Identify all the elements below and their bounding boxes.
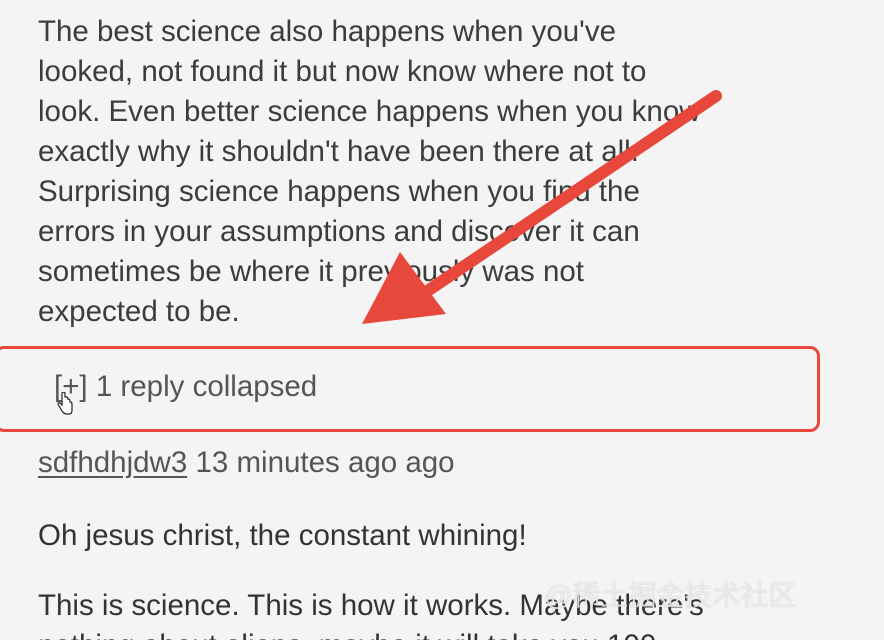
reply-paragraph: nothing about aliens. maybe it will take… [38, 626, 858, 640]
hand-cursor-icon [57, 392, 73, 415]
comment-line: Surprising science happens when you find… [38, 175, 640, 208]
comment-line: expected to be. [38, 295, 240, 328]
comment-body: The best science also happens when you'v… [38, 12, 838, 332]
comment-line: exactly why it shouldn't have been there… [38, 135, 639, 168]
comment-line: errors in your assumptions and discover … [38, 215, 640, 248]
comment-line: The best science also happens when you'v… [38, 15, 616, 48]
comment-line: look. Even better science happens when y… [38, 95, 701, 128]
comment-line: looked, not found it but now know where … [38, 55, 647, 88]
reply-paragraph: Oh jesus christ, the constant whining! [38, 519, 527, 552]
reply-meta: sdfhdhjdw3 13 minutes ago ago [38, 444, 455, 482]
username-link[interactable]: sdfhdhjdw3 [38, 446, 187, 479]
comment-line: sometimes be where it previously was not [38, 255, 584, 288]
timestamp: 13 minutes ago ago [195, 446, 455, 479]
watermark-text: @稀土掘金技术社区 [544, 580, 797, 611]
collapsed-replies-row[interactable]: [+] 1 reply collapsed [54, 368, 317, 406]
collapsed-replies-label: 1 reply collapsed [95, 370, 318, 403]
